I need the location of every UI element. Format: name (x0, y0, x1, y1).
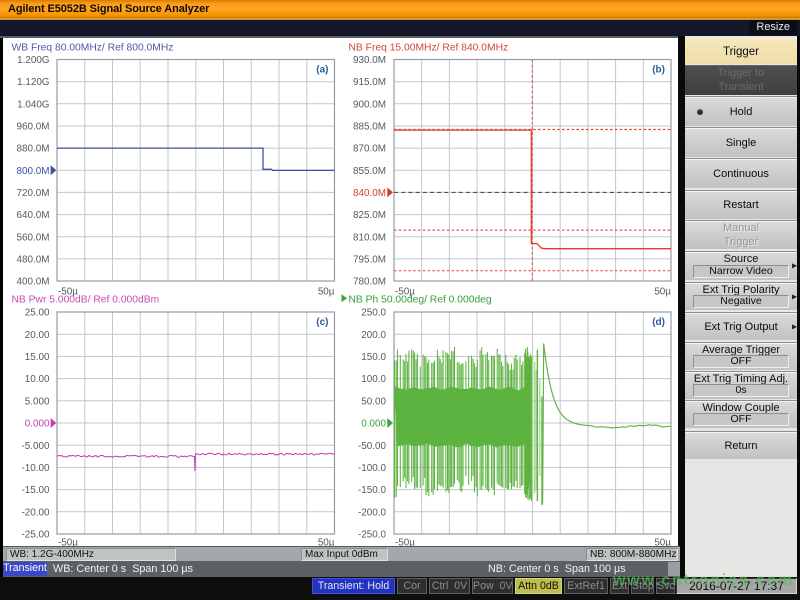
svg-text:795.0M: 795.0M (353, 255, 386, 266)
svg-text:20.00: 20.00 (25, 330, 50, 341)
svg-text:5.000: 5.000 (25, 396, 50, 407)
svg-text:-20.00: -20.00 (21, 507, 50, 518)
svg-text:-25.00: -25.00 (21, 530, 50, 541)
svg-text:50.00: 50.00 (361, 396, 386, 407)
svg-text:WB Freq 80.00MHz/ Ref 800.0MHz: WB Freq 80.00MHz/ Ref 800.0MHz (12, 43, 174, 54)
svg-text:NB Pwr 5.000dB/ Ref 0.000dBm: NB Pwr 5.000dB/ Ref 0.000dBm (12, 295, 160, 306)
svg-text:960.0M: 960.0M (17, 122, 50, 133)
svg-text:720.0M: 720.0M (17, 188, 50, 199)
svg-text:-200.0: -200.0 (358, 507, 387, 518)
svg-text:(c): (c) (316, 317, 328, 328)
svg-text:800.0M: 800.0M (17, 166, 50, 177)
svg-text:NB Freq 15.00MHz/ Ref 840.0MHz: NB Freq 15.00MHz/ Ref 840.0MHz (349, 43, 509, 54)
svg-text:400.0M: 400.0M (17, 277, 50, 288)
svg-text:825.0M: 825.0M (353, 210, 386, 221)
svg-text:200.0: 200.0 (361, 330, 386, 341)
svg-text:(b): (b) (652, 65, 665, 76)
svg-text:0.000: 0.000 (25, 419, 50, 430)
svg-text:-50.00: -50.00 (358, 441, 387, 452)
svg-text:640.0M: 640.0M (17, 210, 50, 221)
svg-text:1.040G: 1.040G (17, 99, 49, 110)
svg-text:(a): (a) (316, 65, 328, 76)
svg-text:150.0: 150.0 (361, 352, 386, 363)
svg-text:810.0M: 810.0M (353, 232, 386, 243)
svg-text:10.00: 10.00 (25, 374, 50, 385)
svg-text:0.000: 0.000 (361, 419, 386, 430)
svg-text:25.00: 25.00 (25, 308, 50, 319)
svg-text:915.0M: 915.0M (353, 77, 386, 88)
svg-text:100.0: 100.0 (361, 374, 386, 385)
svg-text:1.120G: 1.120G (17, 77, 49, 88)
svg-text:885.0M: 885.0M (353, 122, 386, 133)
svg-text:900.0M: 900.0M (353, 99, 386, 110)
svg-text:930.0M: 930.0M (353, 55, 386, 66)
svg-text:840.0M: 840.0M (353, 188, 386, 199)
svg-text:560.0M: 560.0M (17, 232, 50, 243)
svg-text:(d): (d) (652, 317, 665, 328)
svg-text:50µ: 50µ (654, 287, 671, 298)
svg-text:880.0M: 880.0M (17, 144, 50, 155)
svg-text:-10.00: -10.00 (21, 463, 50, 474)
svg-text:-150.0: -150.0 (358, 485, 387, 496)
svg-text:855.0M: 855.0M (353, 166, 386, 177)
svg-text:870.0M: 870.0M (353, 144, 386, 155)
svg-text:50µ: 50µ (318, 287, 335, 298)
svg-text:50µ: 50µ (654, 538, 671, 547)
svg-text:250.0: 250.0 (361, 308, 386, 319)
svg-text:15.00: 15.00 (25, 352, 50, 363)
svg-text:-250.0: -250.0 (358, 530, 387, 541)
svg-text:-15.00: -15.00 (21, 485, 50, 496)
svg-text:-5.000: -5.000 (21, 441, 50, 452)
svg-text:480.0M: 480.0M (17, 255, 50, 266)
svg-text:50µ: 50µ (318, 538, 335, 547)
svg-text:780.0M: 780.0M (353, 277, 386, 288)
svg-text:-50µ: -50µ (58, 538, 78, 547)
svg-text:NB Ph 50.00deg/ Ref 0.000deg: NB Ph 50.00deg/ Ref 0.000deg (349, 295, 492, 306)
svg-text:-100.0: -100.0 (358, 463, 387, 474)
svg-text:1.200G: 1.200G (17, 55, 49, 66)
svg-text:-50µ: -50µ (395, 538, 415, 547)
